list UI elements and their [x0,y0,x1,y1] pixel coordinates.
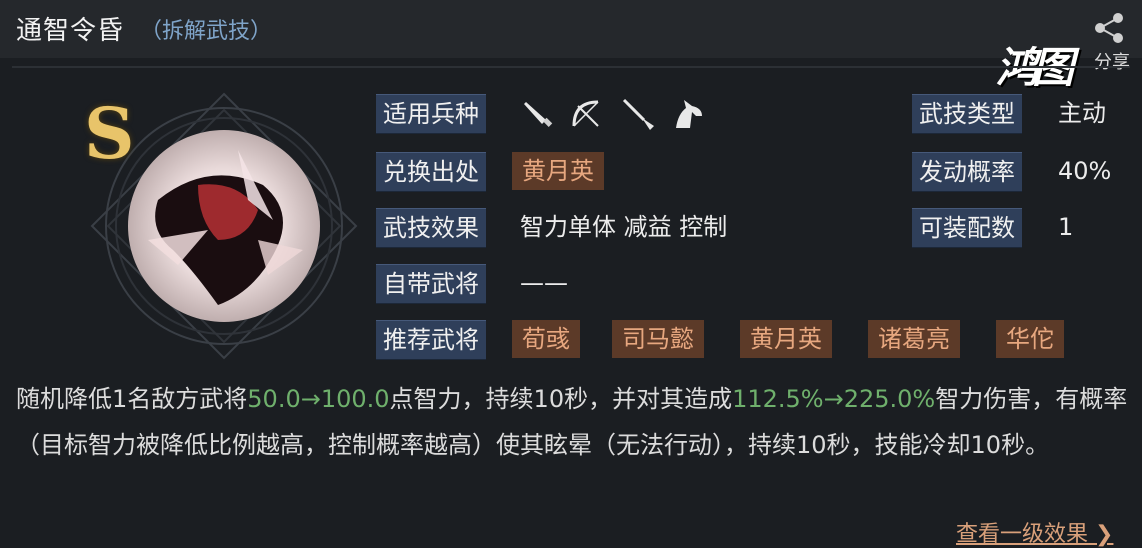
recommended-tag-1[interactable]: 荀彧 [512,320,580,358]
page-title: 通智令昏 [16,16,125,46]
desc-part-2: 点智力，持续10秒，并对其造成 [389,385,733,413]
equip-label: 可装配数 [912,208,1022,248]
desc-part-1: 随机降低1名敌方武将 [16,385,248,413]
skill-description: 随机降低1名敌方武将50.0→100.0点智力，持续10秒，并对其造成112.5… [16,376,1128,468]
share-label[interactable]: 分享 [1094,48,1130,74]
equip-value: 1 [1058,213,1074,241]
header: 通智令昏 （拆解武技） 鸿图 分享 [0,0,1142,92]
view-level-one-link[interactable]: 查看一级效果 ❯ [956,516,1113,548]
horse-icon [676,100,702,128]
rank-badge: S [84,92,135,175]
view-level-one-label[interactable]: 查看一级效果 [956,522,1088,547]
effect-value: 智力单体 减益 控制 [520,213,728,241]
unit-type-label: 适用兵种 [376,94,486,134]
spear-icon [622,98,654,130]
type-value: 主动 [1058,99,1106,127]
bow-icon [572,100,599,127]
chance-label: 发动概率 [912,152,1022,192]
game-logo: 鸿图 [996,43,1074,92]
source-tag[interactable]: 黄月英 [512,152,604,190]
recommended-tag-4[interactable]: 诸葛亮 [868,320,960,358]
own-general-label: 自带武将 [376,264,486,304]
effect-label: 武技效果 [376,208,486,248]
skill-subtitle: （拆解武技） [140,19,273,44]
chevron-right-icon[interactable]: ❯ [1095,522,1113,547]
recommended-label: 推荐武将 [376,320,486,360]
own-general-value: —— [520,269,568,297]
source-label: 兑换出处 [376,152,486,192]
divider [12,66,1130,68]
chance-value: 40% [1058,157,1112,185]
recommended-tag-5[interactable]: 华佗 [996,320,1064,358]
desc-value-2: 112.5%→225.0% [732,385,936,413]
sword-icon [524,102,553,127]
desc-value-1: 50.0→100.0 [247,385,390,413]
recommended-tag-3[interactable]: 黄月英 [740,320,832,358]
share-icon[interactable] [1090,8,1130,48]
recommended-tag-2[interactable]: 司马懿 [612,320,704,358]
type-label: 武技类型 [912,94,1022,134]
